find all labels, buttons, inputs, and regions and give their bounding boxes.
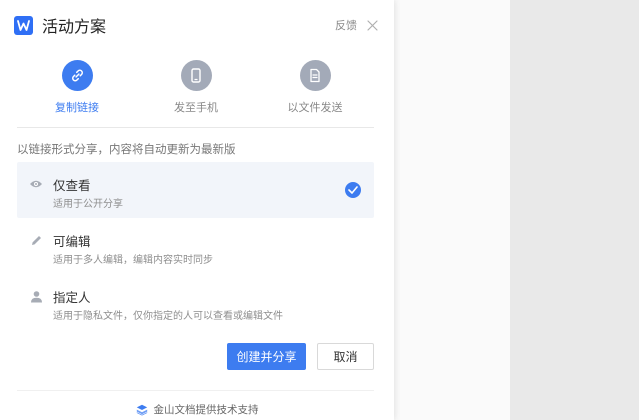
header-actions: 反馈 <box>335 17 378 33</box>
tab-send-to-phone[interactable]: 发至手机 <box>151 60 241 115</box>
tab-label: 复制链接 <box>55 101 99 114</box>
background-gray-area <box>510 0 639 420</box>
share-panel: 活动方案 反馈 复制链接 发至手机 以文件发送 以链接形式分享，内容将自动更新为… <box>0 0 394 420</box>
permission-options: 仅查看 适用于公开分享 可编辑 适用于多人编辑，编辑内容实时同步 指定人 适用于… <box>17 162 374 330</box>
option-subtitle: 适用于多人编辑，编辑内容实时同步 <box>53 255 213 266</box>
feedback-link[interactable]: 反馈 <box>335 17 357 33</box>
footer-text: 金山文档提供技术支持 <box>153 404 259 416</box>
footer: 金山文档提供技术支持 <box>0 402 394 417</box>
pencil-icon <box>29 233 43 247</box>
file-icon <box>299 60 331 91</box>
option-subtitle: 适用于隐私文件，仅你指定的人可以查看或编辑文件 <box>53 311 283 322</box>
cancel-button[interactable]: 取消 <box>317 343 374 370</box>
option-specified-people[interactable]: 指定人 适用于隐私文件，仅你指定的人可以查看或编辑文件 <box>17 274 374 330</box>
document-title: 活动方案 <box>42 17 107 36</box>
background-document-area <box>394 0 510 420</box>
option-view-only[interactable]: 仅查看 适用于公开分享 <box>17 162 374 218</box>
share-method-tabs: 复制链接 发至手机 以文件发送 <box>17 60 374 114</box>
tab-copy-link[interactable]: 复制链接 <box>32 60 122 115</box>
phone-icon <box>180 60 212 91</box>
tab-send-as-file[interactable]: 以文件发送 <box>270 60 360 115</box>
option-title: 指定人 <box>53 290 91 305</box>
share-description: 以链接形式分享，内容将自动更新为最新版 <box>17 142 236 156</box>
close-icon[interactable] <box>366 19 378 31</box>
eye-icon <box>29 177 43 191</box>
panel-header: 活动方案 反馈 <box>14 13 378 37</box>
option-subtitle: 适用于公开分享 <box>53 199 123 210</box>
kingsoft-docs-logo-icon <box>136 404 148 416</box>
check-icon <box>345 182 361 198</box>
footer-divider <box>17 390 374 391</box>
create-share-button[interactable]: 创建并分享 <box>227 343 306 370</box>
section-divider <box>17 127 374 128</box>
option-can-edit[interactable]: 可编辑 适用于多人编辑，编辑内容实时同步 <box>17 218 374 274</box>
option-title: 仅查看 <box>53 178 91 193</box>
link-icon <box>61 60 93 91</box>
tab-label: 以文件发送 <box>287 101 343 114</box>
tab-label: 发至手机 <box>174 101 218 114</box>
wps-logo-icon <box>14 15 33 35</box>
person-icon <box>29 289 43 303</box>
option-title: 可编辑 <box>53 234 91 249</box>
